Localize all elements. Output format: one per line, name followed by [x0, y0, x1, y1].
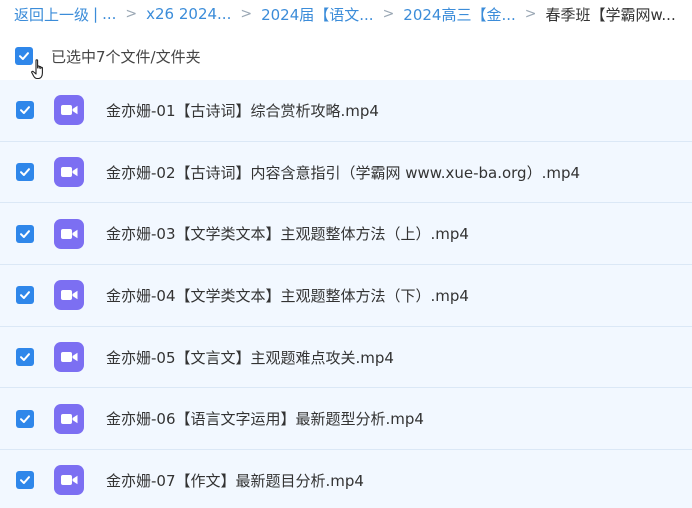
file-name[interactable]: 金亦姗-02【古诗词】内容含意指引（学霸网 www.xue-ba.org）.mp…	[106, 162, 580, 183]
file-name[interactable]: 金亦姗-07【作文】最新题目分析.mp4	[106, 470, 364, 491]
file-list: 金亦姗-01【古诗词】综合赏析攻略.mp4 金亦姗-02【古诗词】内容含意指引（学…	[0, 80, 692, 508]
file-name[interactable]: 金亦姗-06【语言文字运用】最新题型分析.mp4	[106, 408, 424, 429]
file-row[interactable]: 金亦姗-05【文言文】主观题难点攻关.mp4	[0, 326, 692, 389]
checkmark-icon	[20, 106, 30, 115]
selection-bar: 已选中7个文件/文件夹	[0, 36, 692, 76]
breadcrumb-separator: >	[524, 6, 537, 22]
breadcrumb-separator: >	[382, 6, 395, 22]
file-checkbox[interactable]	[16, 224, 34, 243]
checkmark-icon	[20, 476, 30, 485]
file-row[interactable]: 金亦姗-06【语言文字运用】最新题型分析.mp4	[0, 388, 692, 451]
file-checkbox[interactable]	[16, 348, 34, 367]
video-file-icon	[54, 95, 84, 126]
file-name[interactable]: 金亦姗-03【文学类文本】主观题整体方法（上）.mp4	[106, 223, 469, 244]
video-file-icon	[54, 342, 84, 373]
checkmark-icon	[20, 353, 30, 362]
file-row[interactable]: 金亦姗-02【古诗词】内容含意指引（学霸网 www.xue-ba.org）.mp…	[0, 141, 692, 204]
file-name[interactable]: 金亦姗-04【文学类文本】主观题整体方法（下）.mp4	[106, 285, 469, 306]
selection-count-label: 已选中7个文件/文件夹	[51, 47, 201, 66]
back-link[interactable]: 返回上一级	[14, 4, 89, 25]
video-file-icon	[54, 157, 84, 188]
checkmark-icon	[19, 52, 29, 60]
video-file-icon	[54, 403, 84, 434]
file-name[interactable]: 金亦姗-05【文言文】主观题难点攻关.mp4	[106, 347, 394, 368]
file-row[interactable]: 金亦姗-01【古诗词】综合赏析攻略.mp4	[0, 80, 692, 142]
checkmark-icon	[20, 168, 30, 177]
breadcrumb-current: 春季班【学霸网w...	[545, 5, 676, 24]
video-file-icon	[54, 218, 84, 249]
breadcrumb-divider: |	[93, 5, 99, 23]
video-file-icon	[54, 465, 84, 496]
checkmark-icon	[20, 414, 30, 423]
breadcrumb-separator: >	[125, 6, 138, 22]
file-checkbox[interactable]	[16, 409, 34, 428]
breadcrumb-item-1[interactable]: x26 2024...	[146, 5, 231, 23]
file-row[interactable]: 金亦姗-07【作文】最新题目分析.mp4	[0, 450, 692, 508]
breadcrumb-item-2[interactable]: 2024届【语文...	[261, 4, 373, 25]
file-checkbox[interactable]	[16, 471, 34, 490]
checkmark-icon	[20, 229, 30, 238]
hand-pointer-icon	[31, 59, 43, 80]
breadcrumb-ellipsis[interactable]: ...	[102, 5, 116, 23]
checkmark-icon	[20, 291, 30, 300]
file-checkbox[interactable]	[16, 163, 34, 182]
file-checkbox[interactable]	[16, 286, 34, 305]
file-row[interactable]: 金亦姗-03【文学类文本】主观题整体方法（上）.mp4	[0, 203, 692, 266]
file-row[interactable]: 金亦姗-04【文学类文本】主观题整体方法（下）.mp4	[0, 265, 692, 327]
file-checkbox[interactable]	[16, 101, 34, 120]
breadcrumb-item-3[interactable]: 2024高三【金...	[403, 4, 515, 25]
breadcrumb: 返回上一级 | ... > x26 2024... > 2024届【语文... …	[0, 0, 692, 28]
breadcrumb-separator: >	[240, 6, 253, 22]
file-name[interactable]: 金亦姗-01【古诗词】综合赏析攻略.mp4	[106, 100, 379, 121]
video-file-icon	[54, 280, 84, 311]
